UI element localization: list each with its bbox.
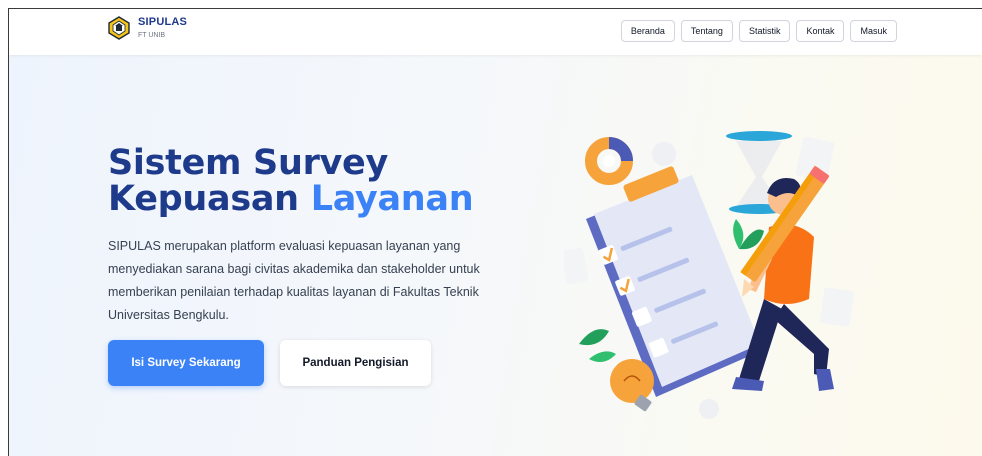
nav-masuk-button[interactable]: Masuk (850, 20, 897, 42)
hero-title-line1: Sistem Survey (108, 143, 389, 183)
brand[interactable]: SIPULAS FT UNIB (108, 15, 187, 41)
navbar: SIPULAS FT UNIB Beranda Tentang Statisti… (9, 9, 982, 55)
nav-statistik-button[interactable]: Statistik (738, 20, 791, 42)
brand-subtitle: FT UNIB (138, 32, 166, 39)
hero-title: Sistem Survey Kepuasan Layanan (108, 143, 474, 219)
browser-viewport: SIPULAS FT UNIB Beranda Tentang Statisti… (8, 8, 982, 456)
brand-title: SIPULAS (138, 16, 188, 28)
start-survey-button[interactable]: Isi Survey Sekarang (108, 340, 264, 386)
university-emblem-icon (108, 16, 130, 40)
hero-title-line2: Kepuasan (108, 179, 311, 219)
hero-title-accent: Layanan (310, 179, 474, 219)
nav-kontak-button[interactable]: Kontak (796, 20, 845, 42)
guide-button[interactable]: Panduan Pengisian (280, 340, 431, 386)
nav-menu: Beranda Tentang Statistik Kontak Masuk (620, 20, 897, 42)
nav-tentang-button[interactable]: Tentang (680, 20, 733, 42)
nav-beranda-button[interactable]: Beranda (620, 20, 675, 42)
survey-clipboard-illustration (564, 131, 854, 419)
hero-description: SIPULAS merupakan platform evaluasi kepu… (108, 239, 480, 322)
